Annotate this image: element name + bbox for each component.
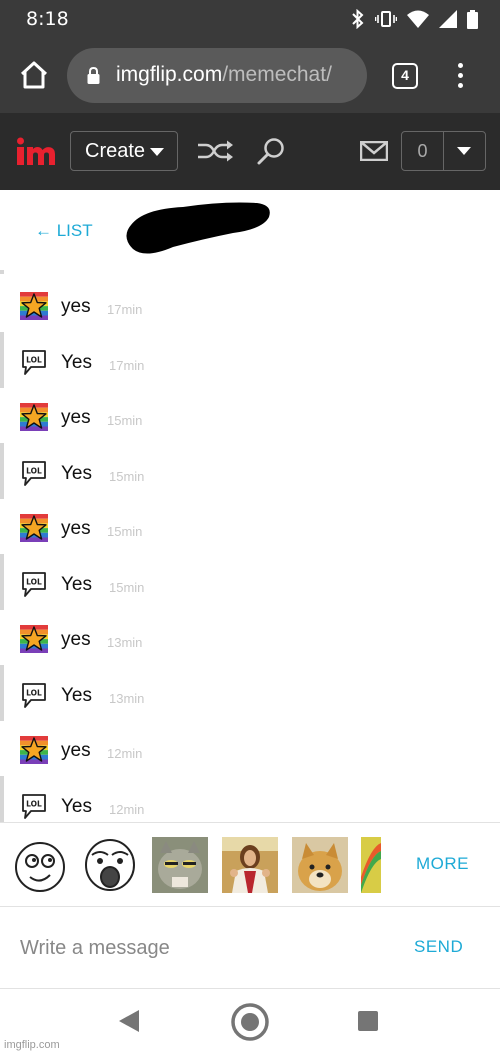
more-memes-button[interactable]: MORE bbox=[416, 854, 469, 874]
message-row: yes 15min bbox=[0, 387, 500, 443]
recents-icon[interactable] bbox=[358, 1011, 378, 1031]
svg-text:LOL: LOL bbox=[26, 466, 42, 475]
star-avatar-icon[interactable] bbox=[20, 625, 48, 653]
message-time: 13min bbox=[109, 690, 145, 706]
battery-icon bbox=[467, 9, 478, 29]
signal-icon bbox=[439, 10, 457, 28]
message-time: 17min bbox=[109, 357, 145, 373]
status-icons bbox=[351, 8, 478, 30]
message-row: LOL Yes 15min bbox=[0, 553, 500, 610]
star-avatar-icon[interactable] bbox=[20, 736, 48, 764]
meme-thumb-jesus[interactable] bbox=[222, 837, 278, 893]
svg-text:LOL: LOL bbox=[26, 355, 42, 364]
android-nav-bar bbox=[0, 989, 500, 1055]
wifi-icon bbox=[407, 10, 429, 28]
chevron-down-icon bbox=[457, 147, 471, 155]
message-time: 12min bbox=[109, 801, 145, 817]
create-label: Create bbox=[85, 140, 146, 162]
redacted-username bbox=[126, 202, 270, 254]
message-text: yes bbox=[61, 296, 91, 317]
message-text: Yes bbox=[61, 795, 92, 817]
svg-text:LOL: LOL bbox=[26, 577, 42, 586]
search-icon[interactable] bbox=[256, 137, 286, 167]
url-path: /memechat/ bbox=[222, 63, 332, 86]
vibrate-icon bbox=[375, 11, 397, 27]
message-text: Yes bbox=[61, 462, 92, 484]
message-text: Yes bbox=[61, 573, 92, 595]
lol-avatar-icon[interactable]: LOL bbox=[20, 570, 48, 598]
meme-thumb-rainbow[interactable] bbox=[361, 837, 381, 893]
create-dropdown[interactable]: Create bbox=[70, 131, 178, 171]
tab-switcher-button[interactable]: 4 bbox=[392, 63, 418, 89]
back-to-list-link[interactable]: ← LIST bbox=[35, 221, 93, 241]
chevron-down-icon bbox=[150, 147, 165, 156]
meme-thumb-doge[interactable] bbox=[292, 837, 348, 893]
message-indicator-bar bbox=[0, 331, 4, 388]
message-text: Yes bbox=[61, 684, 92, 706]
imgflip-logo[interactable] bbox=[16, 137, 56, 167]
meme-thumb-rage-face[interactable] bbox=[12, 837, 68, 893]
message-row: yes 15min bbox=[0, 498, 500, 554]
url-text: imgflip.com/memechat/ bbox=[116, 63, 332, 87]
status-time: 8:18 bbox=[26, 8, 69, 30]
svg-text:LOL: LOL bbox=[26, 799, 42, 808]
notifications-dropdown[interactable]: 0 bbox=[401, 131, 486, 171]
message-row: LOL Yes 12min bbox=[0, 775, 500, 822]
message-text: yes bbox=[61, 629, 91, 650]
star-avatar-icon[interactable] bbox=[20, 403, 48, 431]
home-icon[interactable] bbox=[18, 60, 50, 90]
overflow-menu-icon[interactable] bbox=[453, 63, 467, 91]
address-bar[interactable]: imgflip.com/memechat/ bbox=[67, 48, 367, 103]
message-text: Yes bbox=[61, 351, 92, 373]
meme-picker: MORE bbox=[0, 822, 500, 907]
lol-avatar-icon[interactable]: LOL bbox=[20, 459, 48, 487]
message-time: 15min bbox=[109, 468, 145, 484]
bluetooth-icon bbox=[352, 9, 364, 29]
message-text: yes bbox=[61, 407, 91, 428]
message-time: 15min bbox=[107, 413, 143, 428]
send-button[interactable]: SEND bbox=[414, 937, 463, 957]
url-host: imgflip.com bbox=[116, 63, 223, 86]
message-composer: SEND bbox=[0, 907, 500, 989]
meme-thumb-omg-face[interactable] bbox=[82, 837, 138, 893]
message-row: yes 17min bbox=[0, 276, 500, 332]
message-time: 15min bbox=[107, 524, 143, 539]
message-time: 12min bbox=[107, 746, 143, 761]
svg-text:LOL: LOL bbox=[26, 688, 42, 697]
message-row: LOL Yes 17min bbox=[0, 331, 500, 388]
message-indicator-bar bbox=[0, 553, 4, 610]
shuffle-icon[interactable] bbox=[197, 139, 235, 163]
message-input[interactable] bbox=[20, 933, 390, 963]
message-row: yes 13min bbox=[0, 609, 500, 665]
notification-count: 0 bbox=[402, 132, 444, 170]
lock-icon bbox=[87, 67, 100, 84]
mail-icon[interactable] bbox=[360, 141, 388, 161]
message-indicator-bar bbox=[0, 775, 4, 822]
message-list[interactable]: yes 17min LOL Yes 17min yes 15min LOL Yes 15min ye… bbox=[0, 270, 500, 822]
message-time: 13min bbox=[107, 635, 143, 650]
message-indicator-bar bbox=[0, 664, 4, 721]
back-icon[interactable] bbox=[118, 1009, 140, 1033]
watermark: imgflip.com bbox=[4, 1039, 60, 1051]
meme-thumb-cat[interactable] bbox=[152, 837, 208, 893]
message-indicator-bar bbox=[0, 442, 4, 499]
home-circle-icon[interactable] bbox=[230, 1002, 270, 1042]
message-text: yes bbox=[61, 740, 91, 761]
lol-avatar-icon[interactable]: LOL bbox=[20, 792, 48, 820]
message-time: 17min bbox=[107, 302, 143, 317]
message-text: yes bbox=[61, 518, 91, 539]
lol-avatar-icon[interactable]: LOL bbox=[20, 681, 48, 709]
message-time: 15min bbox=[109, 579, 145, 595]
message-row: LOL Yes 15min bbox=[0, 442, 500, 499]
lol-avatar-icon[interactable]: LOL bbox=[20, 348, 48, 376]
message-row: yes 12min bbox=[0, 720, 500, 776]
star-avatar-icon[interactable] bbox=[20, 292, 48, 320]
status-bar: 8:18 bbox=[0, 0, 500, 38]
message-row: LOL Yes 13min bbox=[0, 664, 500, 721]
browser-toolbar: imgflip.com/memechat/ 4 bbox=[0, 38, 500, 113]
site-nav: Create 0 bbox=[0, 113, 500, 190]
star-avatar-icon[interactable] bbox=[20, 514, 48, 542]
